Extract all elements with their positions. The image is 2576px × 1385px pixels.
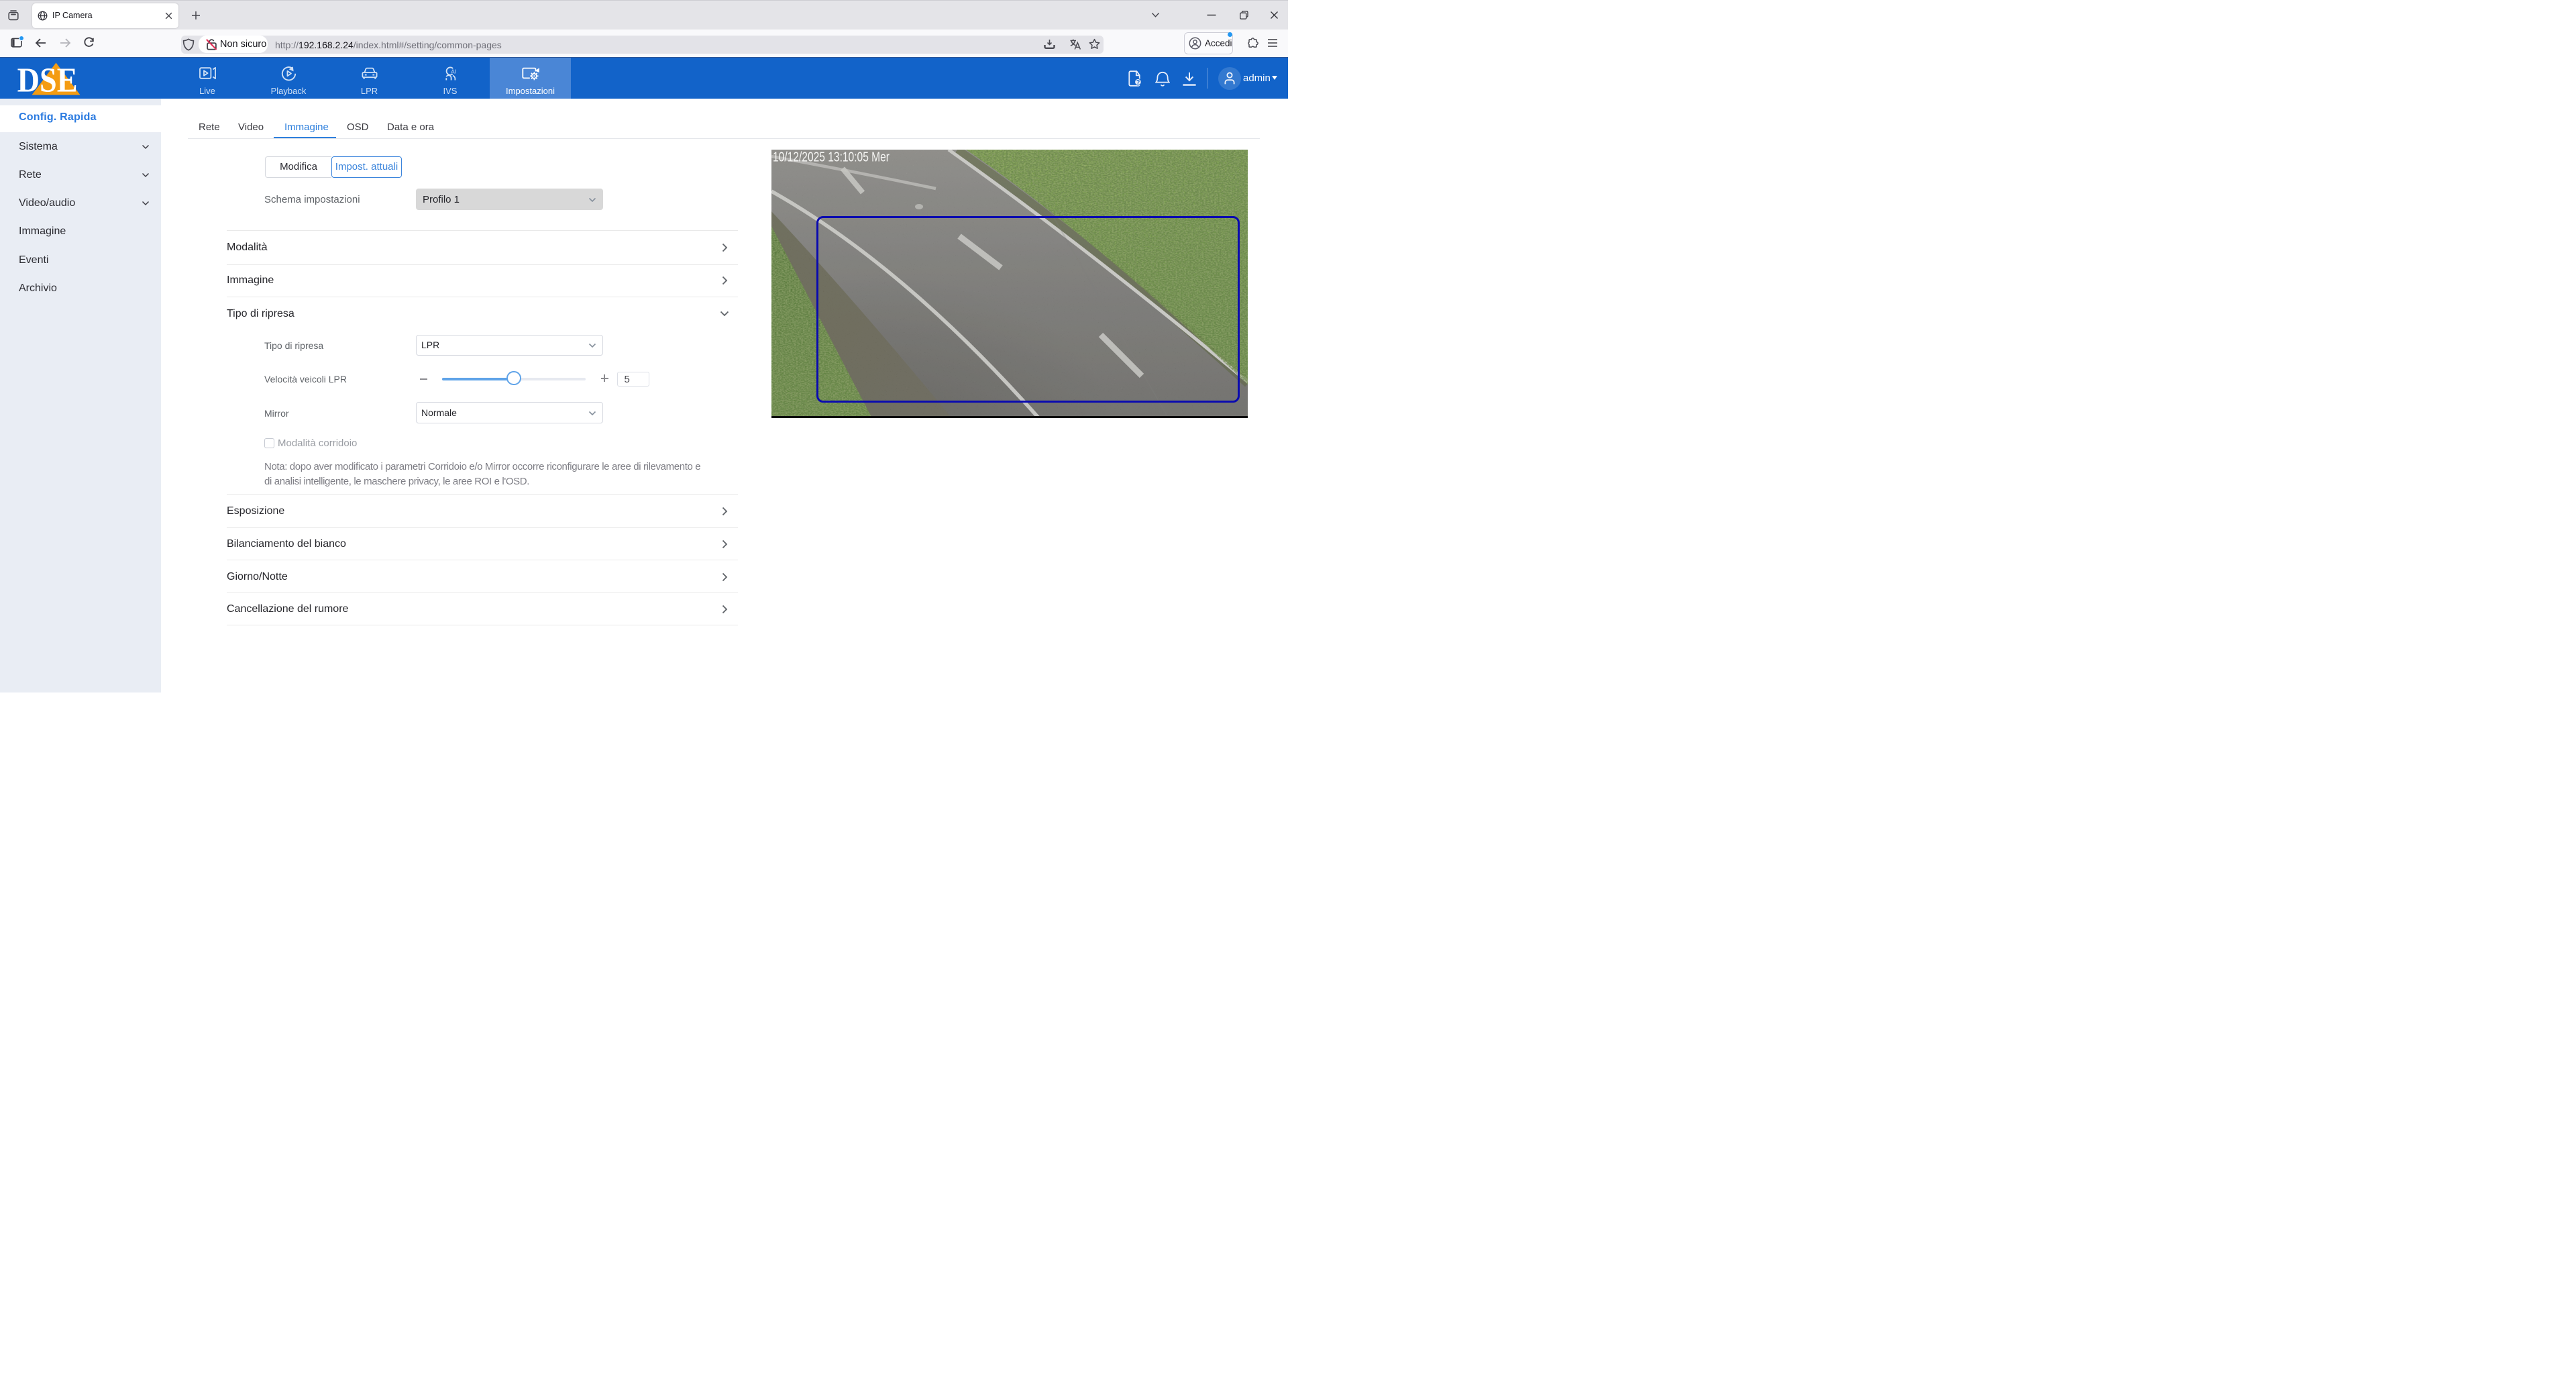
svg-text:10/12/2025 13:10:05 Mer: 10/12/2025 13:10:05 Mer bbox=[773, 150, 890, 164]
svg-text:AI: AI bbox=[451, 68, 456, 74]
svg-text:DSE: DSE bbox=[17, 62, 78, 95]
svg-text:?: ? bbox=[1136, 79, 1140, 86]
